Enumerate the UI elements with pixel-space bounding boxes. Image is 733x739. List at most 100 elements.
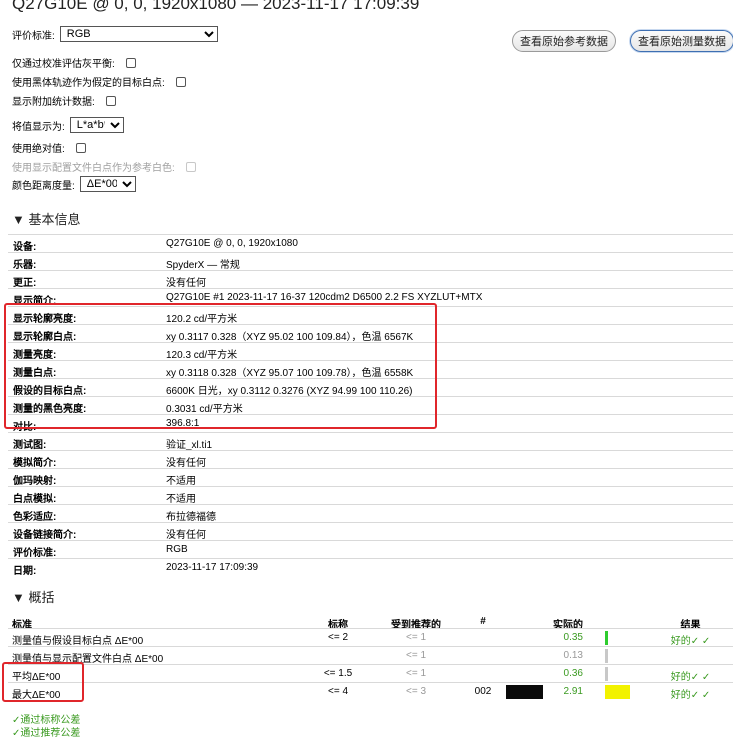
info-value: SpyderX — 常规 (166, 260, 240, 271)
header-hash: # (480, 616, 486, 627)
info-value: 120.3 cd/平方米 (166, 350, 238, 361)
summary-criteria: 测量值与假设目标白点 ΔE*00 (12, 636, 144, 647)
grayscale-option: 仅通过校准评估灰平衡: (12, 55, 136, 70)
info-value: 396.8:1 (166, 418, 200, 429)
info-value: 没有任何 (166, 458, 206, 469)
summary-row: 测量值与假设目标白点 ΔE*00 <= 2 <= 1 0.35 好的✓ ✓ (8, 628, 733, 647)
delta-option: 颜色距离度量: ΔE*00 (12, 176, 136, 192)
info-key: 模拟简介: (13, 458, 57, 469)
info-value: xy 0.3118 0.328（XYZ 95.07 100 109.78），色温… (166, 368, 414, 379)
info-value: 0.3031 cd/平方米 (166, 404, 243, 415)
info-key: 白点模拟: (13, 494, 57, 505)
info-value: 2023-11-17 17:09:39 (166, 562, 259, 573)
pass-recommended-text: ✓通过推荐公差 (12, 728, 81, 739)
summary-heading[interactable]: ▼ 概括 (12, 587, 54, 606)
absolute-label: 使用绝对值: (12, 144, 65, 155)
info-value: 布拉德福德 (166, 512, 216, 523)
info-key: 乐器: (13, 260, 37, 271)
info-row-gamma-mapping: 伽玛映射: 不适用 (8, 468, 733, 487)
info-value: xy 0.3117 0.328（XYZ 95.02 100 109.84），色温… (166, 332, 414, 343)
info-value: Q27G10E @ 0, 0, 1920x1080 (166, 238, 298, 249)
absolute-option: 使用绝对值: (12, 140, 86, 155)
info-row-measured-luminance: 测量亮度: 120.3 cd/平方米 (8, 342, 733, 361)
summary-result: 好的✓ ✓ (670, 636, 711, 647)
info-key: 设备链接简介: (13, 530, 77, 541)
view-reference-button[interactable]: 查看原始参考数据 (512, 30, 616, 52)
info-key: 更正: (13, 278, 37, 289)
info-value: 120.2 cd/平方米 (166, 314, 238, 325)
info-key: 伽玛映射: (13, 476, 57, 487)
profile-white-option: 使用显示配置文件白点作为参考白色: (12, 159, 196, 174)
info-row-chromatic-adaptation: 色彩适应: 布拉德福德 (8, 504, 733, 523)
summary-bar (605, 649, 608, 663)
grayscale-checkbox[interactable] (125, 57, 136, 68)
info-value: RGB (166, 544, 188, 555)
info-row-profile-luminance: 显示轮廓亮度: 120.2 cd/平方米 (8, 306, 733, 325)
summary-result: 好的✓ ✓ (670, 690, 711, 701)
summary-actual: 0.35 (563, 632, 583, 643)
delta-label: 颜色距离度量: (12, 180, 75, 192)
summary-actual: 0.13 (563, 650, 583, 661)
info-key: 显示简介: (13, 296, 57, 307)
basic-info-heading[interactable]: ▼ 基本信息 (12, 209, 80, 228)
summary-row: 测量值与显示配置文件白点 ΔE*00 <= 1 0.13 (8, 646, 733, 665)
info-row-eval-standard: 评价标准: RGB (8, 540, 733, 559)
info-row-simulation-profile: 模拟简介: 没有任何 (8, 450, 733, 469)
delta-select[interactable]: ΔE*00 (79, 176, 136, 192)
profile-white-checkbox (185, 161, 196, 172)
summary-bar (605, 667, 608, 681)
info-row-contrast: 对比: 396.8:1 (8, 414, 733, 433)
info-row-whitepoint-simulation: 白点模拟: 不适用 (8, 486, 733, 505)
summary-row: 平均ΔE*00 <= 1.5 <= 1 0.36 好的✓ ✓ (8, 664, 733, 683)
info-row-assumed-target: 假设的目标白点: 6600K 日光，xy 0.3112 0.3276 (XYZ 9… (8, 378, 733, 397)
display-values-option: 将值显示为: L*a*b* (12, 117, 124, 133)
blackbody-option: 使用黑体轨迹作为假定的目标白点: (12, 74, 186, 89)
summary-row: 最大ΔE*00 <= 4 <= 3 002 2.91 好的✓ ✓ (8, 682, 733, 701)
display-values-select[interactable]: L*a*b* (69, 117, 124, 133)
info-value: Q27G10E #1 2023-11-17 16-37 120cdm2 D650… (166, 292, 483, 303)
info-key: 假设的目标白点: (13, 386, 87, 397)
summary-header-row: 标准 标称 受到推荐的 # 实际的 结果 (8, 613, 733, 631)
summary-bar (605, 631, 608, 645)
view-measurement-button[interactable]: 查看原始测量数据 (630, 30, 733, 52)
extra-stats-label: 显示附加统计数据: (12, 97, 95, 108)
summary-result: 好的✓ ✓ (670, 672, 711, 683)
summary-criteria: 测量值与显示配置文件白点 ΔE*00 (12, 654, 164, 665)
summary-recommended: <= 3 (405, 686, 427, 697)
info-value: 验证_xl.ti1 (166, 440, 213, 451)
info-row-devicelink-profile: 设备链接简介: 没有任何 (8, 522, 733, 541)
summary-nominal: <= 1.5 (323, 668, 353, 679)
absolute-checkbox[interactable] (75, 142, 86, 153)
summary-nominal: <= 4 (327, 686, 349, 697)
eval-standard-option: 评价标准: RGB (12, 26, 218, 42)
info-row-display-profile: 显示简介: Q27G10E #1 2023-11-17 16-37 120cdm2… (8, 288, 733, 307)
info-key: 测量的黑色亮度: (13, 404, 87, 415)
info-key: 日期: (13, 566, 37, 577)
summary-nominal: <= 2 (327, 632, 349, 643)
summary-criteria: 最大ΔE*00 (12, 690, 61, 701)
info-row-device: 设备: Q27G10E @ 0, 0, 1920x1080 (8, 234, 733, 253)
info-key: 测试图: (13, 440, 47, 451)
info-row-measured-whitepoint: 测量白点: xy 0.3118 0.328（XYZ 95.07 100 109.7… (8, 360, 733, 379)
summary-recommended: <= 1 (405, 632, 427, 643)
info-row-date: 日期: 2023-11-17 17:09:39 (8, 558, 733, 577)
summary-recommended: <= 1 (405, 650, 427, 661)
extra-stats-checkbox[interactable] (105, 95, 116, 106)
info-key: 评价标准: (13, 548, 57, 559)
info-key: 对比: (13, 422, 37, 433)
info-row-black-luminance: 测量的黑色亮度: 0.3031 cd/平方米 (8, 396, 733, 415)
profile-white-label: 使用显示配置文件白点作为参考白色: (12, 163, 175, 174)
summary-bar (605, 685, 630, 699)
summary-hash: 002 (474, 686, 492, 697)
info-row-correction: 更正: 没有任何 (8, 270, 733, 289)
info-row-profile-whitepoint: 显示轮廓白点: xy 0.3117 0.328（XYZ 95.02 100 109… (8, 324, 733, 343)
eval-standard-select[interactable]: RGB (59, 26, 218, 42)
info-key: 显示轮廓白点: (13, 332, 77, 343)
info-value: 不适用 (166, 476, 196, 487)
info-key: 测量白点: (13, 368, 57, 379)
info-value: 6600K 日光，xy 0.3112 0.3276 (XYZ 94.99 100… (166, 386, 413, 397)
info-value: 没有任何 (166, 530, 206, 541)
report-title: Q27G10E @ 0, 0, 1920x1080 — 2023-11-17 1… (12, 0, 420, 13)
blackbody-checkbox[interactable] (175, 76, 186, 87)
summary-criteria: 平均ΔE*00 (12, 672, 61, 683)
